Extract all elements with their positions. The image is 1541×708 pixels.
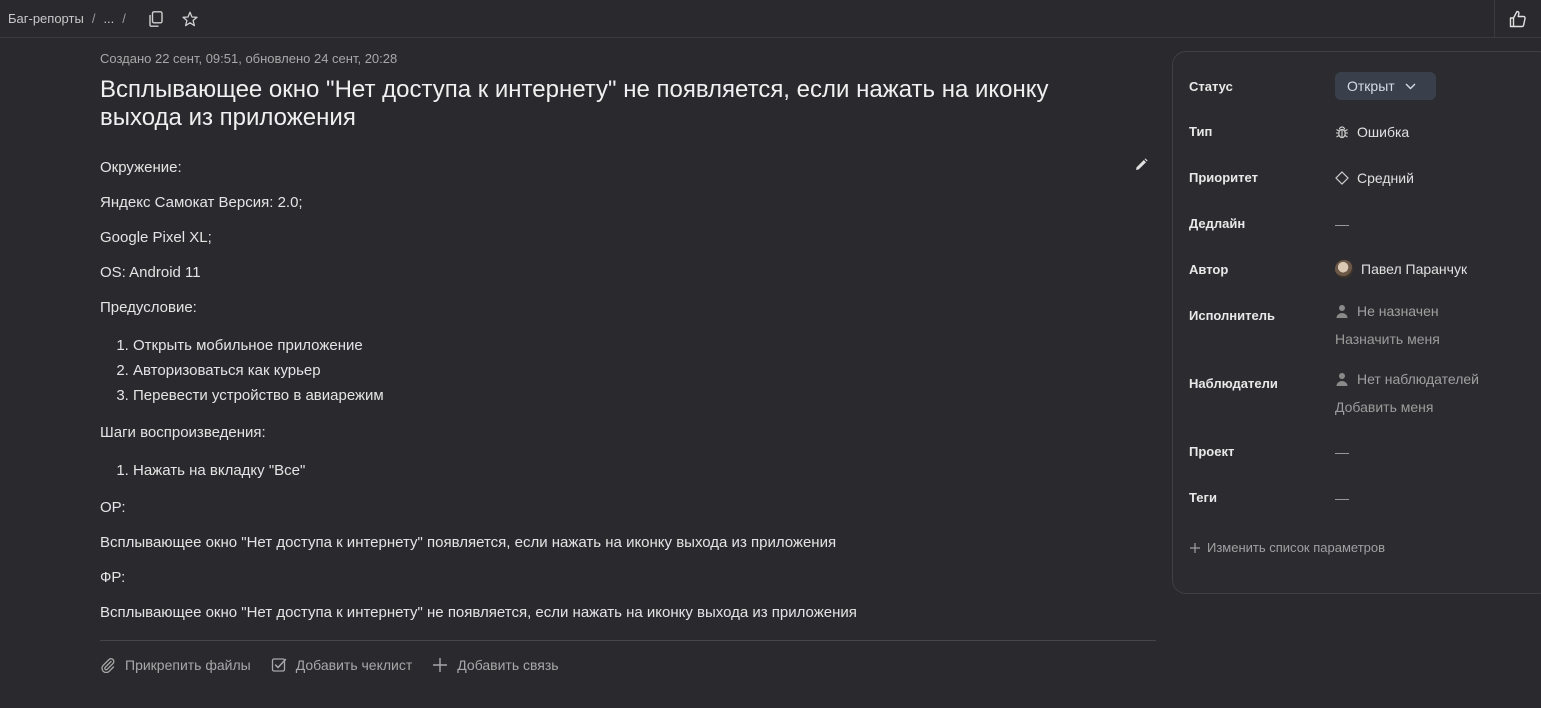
diamond-icon [1335, 171, 1349, 185]
actual-result: Всплывающее окно "Нет доступа к интернет… [100, 604, 857, 621]
add-me-label: Добавить меня [1335, 399, 1434, 415]
copy-icon[interactable] [146, 9, 166, 29]
field-label: Автор [1189, 262, 1229, 277]
attach-files-label: Прикрепить файлы [125, 657, 251, 673]
list-item: Авторизоваться как курьер [133, 358, 1156, 383]
edit-params-button[interactable]: Изменить список параметров [1189, 540, 1385, 555]
field-label: Приоритет [1189, 170, 1258, 185]
issue-description[interactable]: Окружение: Яндекс Самокат Версия: 2.0; G… [100, 158, 1156, 623]
add-me-link[interactable]: Добавить меня [1335, 399, 1434, 415]
issue-main: Создано 22 сент, 09:51, обновлено 24 сен… [100, 38, 1156, 673]
assignee-label: Не назначен [1357, 303, 1439, 319]
issue-actions: Прикрепить файлы Добавить чеклист Добави… [100, 657, 1156, 673]
list-item: Нажать на вкладку "Все" [133, 458, 1156, 483]
assign-me-link[interactable]: Назначить меня [1335, 331, 1440, 347]
priority-label: Средний [1357, 170, 1414, 186]
status-value: Открыт [1347, 78, 1395, 94]
thumbs-up-icon[interactable] [1494, 0, 1541, 37]
issue-sidebar: Статус Открыт Тип Ошибка Приоритет Средн… [1172, 51, 1541, 594]
field-label: Проект [1189, 444, 1235, 459]
environment-line: OS: Android 11 [100, 264, 201, 281]
expected-result: Всплывающее окно "Нет доступа к интернет… [100, 534, 837, 551]
expected-label: ОР: [100, 499, 126, 516]
followers-label: Нет наблюдателей [1357, 371, 1480, 387]
field-label: Наблюдатели [1189, 376, 1278, 391]
add-link-button[interactable]: Добавить связь [432, 657, 559, 673]
list-item: Открыть мобильное приложение [133, 333, 1156, 358]
breadcrumb-root-link[interactable]: Баг-репорты [8, 11, 84, 26]
plus-icon [1190, 542, 1200, 553]
user-icon [1336, 305, 1348, 318]
list-item: Перевести устройство в авиарежим [133, 383, 1156, 408]
breadcrumb-ellipsis-link[interactable]: ... [103, 11, 114, 26]
field-label: Тип [1189, 124, 1213, 139]
divider [100, 640, 1156, 641]
steps-list: Нажать на вкладку "Все" [133, 458, 1156, 483]
followers-value[interactable]: Нет наблюдателей [1335, 371, 1479, 387]
user-icon [1336, 373, 1348, 386]
breadcrumb-separator: / [91, 11, 96, 26]
tags-value[interactable]: — [1335, 490, 1349, 506]
field-label: Статус [1189, 79, 1233, 94]
status-field: Открыт [1335, 72, 1436, 100]
breadcrumb: Баг-репорты / ... / [0, 11, 134, 26]
edit-params-label: Изменить список параметров [1207, 540, 1386, 555]
breadcrumb-separator: / [122, 11, 126, 26]
avatar [1335, 260, 1353, 278]
deadline-value[interactable]: — [1335, 216, 1349, 232]
author-name: Павел Паранчук [1361, 261, 1468, 277]
field-label: Исполнитель [1189, 308, 1275, 323]
environment-label: Окружение: [100, 159, 182, 176]
attach-files-button[interactable]: Прикрепить файлы [100, 657, 251, 673]
author-value[interactable]: Павел Паранчук [1335, 260, 1467, 278]
precondition-list: Открыть мобильное приложение Авторизоват… [133, 333, 1156, 408]
add-checklist-button[interactable]: Добавить чеклист [271, 657, 413, 673]
checkbox-icon [271, 658, 286, 672]
pencil-icon[interactable] [1134, 158, 1150, 174]
top-bar: Баг-репорты / ... / [0, 0, 1541, 38]
steps-label: Шаги воспроизведения: [100, 424, 266, 441]
issue-title[interactable]: Всплывающее окно "Нет доступа к интернет… [100, 76, 1080, 132]
assignee-value[interactable]: Не назначен [1335, 303, 1439, 319]
environment-line: Яндекс Самокат Версия: 2.0; [100, 194, 303, 211]
chevron-down-icon [1405, 83, 1416, 89]
environment-line: Google Pixel XL; [100, 229, 212, 246]
status-dropdown[interactable]: Открыт [1335, 72, 1436, 100]
field-label: Теги [1189, 490, 1217, 505]
precondition-label: Предусловие: [100, 299, 197, 316]
add-link-label: Добавить связь [457, 657, 559, 673]
type-label: Ошибка [1357, 124, 1410, 140]
star-icon[interactable] [180, 9, 200, 29]
field-label: Дедлайн [1189, 216, 1246, 231]
actual-label: ФР: [100, 569, 126, 586]
bug-icon [1336, 126, 1348, 139]
assign-me-label: Назначить меня [1335, 331, 1440, 347]
paperclip-icon [101, 658, 115, 673]
plus-icon [433, 658, 448, 672]
issue-meta: Создано 22 сент, 09:51, обновлено 24 сен… [100, 51, 398, 66]
add-checklist-label: Добавить чеклист [295, 657, 413, 673]
priority-value[interactable]: Средний [1335, 170, 1414, 186]
project-value[interactable]: — [1335, 444, 1349, 460]
type-value[interactable]: Ошибка [1335, 124, 1409, 140]
